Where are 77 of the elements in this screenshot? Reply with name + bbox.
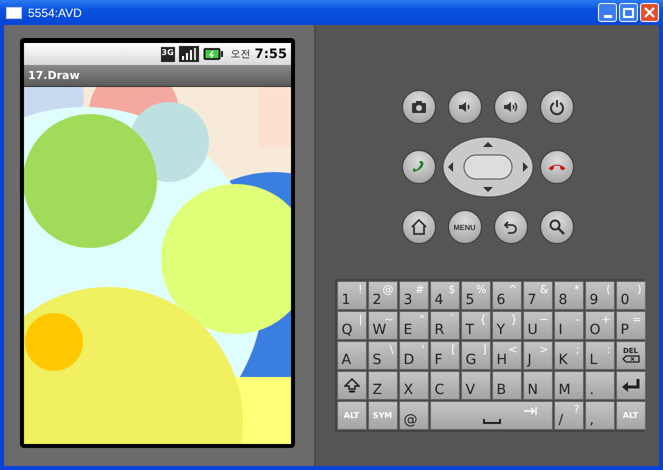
tab-arrow-icon — [524, 406, 538, 416]
keyboard-key[interactable]: C — [430, 371, 460, 400]
keyboard-key[interactable]: 3 # — [398, 281, 428, 310]
dpad[interactable] — [442, 136, 534, 198]
keyboard-key[interactable]: M — [554, 371, 584, 400]
keyboard-key[interactable]: Y } — [492, 311, 522, 340]
keyboard-key[interactable]: J > — [522, 341, 552, 370]
volume-down-button[interactable] — [448, 90, 482, 124]
volume-up-button[interactable] — [494, 90, 528, 124]
keyboard-key[interactable]: T { — [460, 311, 490, 340]
window-icon — [6, 6, 22, 18]
keyboard-key[interactable]: U − — [522, 311, 552, 340]
keyboard-key[interactable]: 7 & — [522, 281, 552, 310]
keyboard-key[interactable]: O + — [584, 311, 614, 340]
keyboard-key[interactable]: Z — [368, 371, 398, 400]
keyboard-key[interactable]: S \ — [368, 341, 398, 370]
enter-key[interactable] — [616, 371, 646, 400]
keyboard-key[interactable]: 4 $ — [430, 281, 460, 310]
maximize-icon — [623, 8, 634, 18]
keyboard-key[interactable]: G ] — [460, 341, 490, 370]
shift-key[interactable] — [336, 371, 366, 400]
keyboard-key[interactable]: W ~ — [368, 311, 398, 340]
end-call-button[interactable] — [540, 150, 574, 184]
home-icon — [410, 218, 428, 236]
keyboard-key[interactable]: 2 @ — [368, 281, 398, 310]
maximize-button[interactable] — [619, 3, 638, 22]
space-bar-icon — [482, 419, 500, 424]
keyboard-key[interactable]: K ; — [554, 341, 584, 370]
keyboard-key[interactable]: Q | — [336, 311, 366, 340]
app-title: 17.Draw — [28, 69, 80, 82]
keyboard-key[interactable]: B — [492, 371, 522, 400]
keyboard-key[interactable]: N — [522, 371, 552, 400]
keyboard-key[interactable]: E " — [398, 311, 428, 340]
clock-time: 7:55 — [254, 46, 287, 62]
keyboard-key[interactable]: / ? — [554, 401, 584, 430]
power-button[interactable] — [540, 90, 574, 124]
keyboard-key[interactable]: 6 ^ — [492, 281, 522, 310]
home-button[interactable] — [402, 210, 436, 244]
time-period: 오전 — [230, 48, 251, 61]
keyboard-key[interactable]: P = — [616, 311, 646, 340]
camera-icon — [410, 98, 428, 116]
signal-icon — [178, 46, 199, 62]
keyboard-key[interactable]: H < — [492, 341, 522, 370]
keyboard-key[interactable]: F [ — [430, 341, 460, 370]
back-button[interactable] — [494, 210, 528, 244]
keyboard-key[interactable]: 0 ) — [616, 281, 646, 310]
battery-icon — [202, 47, 223, 61]
keyboard-key[interactable]: V — [460, 371, 490, 400]
hang-up-handset-icon — [548, 163, 566, 171]
minimize-icon — [604, 15, 612, 18]
call-button[interactable] — [402, 150, 436, 184]
keyboard-key[interactable]: 1 ! — [336, 281, 366, 310]
keyboard-key[interactable]: @ — [398, 401, 428, 430]
camera-button[interactable] — [402, 90, 436, 124]
keyboard-key[interactable]: 8 * — [554, 281, 584, 310]
keyboard-key[interactable]: X — [398, 371, 428, 400]
window-title: 5554:AVD — [28, 6, 82, 20]
keyboard-key[interactable]: 5 % — [460, 281, 490, 310]
close-button[interactable] — [640, 3, 659, 22]
minimize-button[interactable] — [598, 3, 617, 22]
keyboard-key[interactable]: D ' — [398, 341, 428, 370]
keyboard-key[interactable]: , — [584, 401, 614, 430]
space-key[interactable] — [430, 401, 552, 430]
enter-arrow-icon — [620, 378, 640, 394]
keyboard-key[interactable]: I - — [554, 311, 584, 340]
keyboard-key[interactable]: 9 ( — [584, 281, 614, 310]
close-icon — [644, 7, 655, 18]
keyboard-key[interactable]: A — [336, 341, 366, 370]
shift-arrow-icon — [344, 378, 360, 394]
keyboard-key[interactable]: L : — [584, 341, 614, 370]
network-icon: 3G — [160, 46, 175, 62]
keyboard-key[interactable]: R ` — [430, 311, 460, 340]
search-button[interactable] — [540, 210, 574, 244]
power-icon — [548, 98, 566, 116]
search-icon — [548, 218, 566, 236]
keyboard-key[interactable]: . — [584, 371, 614, 400]
delete-icon — [622, 355, 640, 363]
